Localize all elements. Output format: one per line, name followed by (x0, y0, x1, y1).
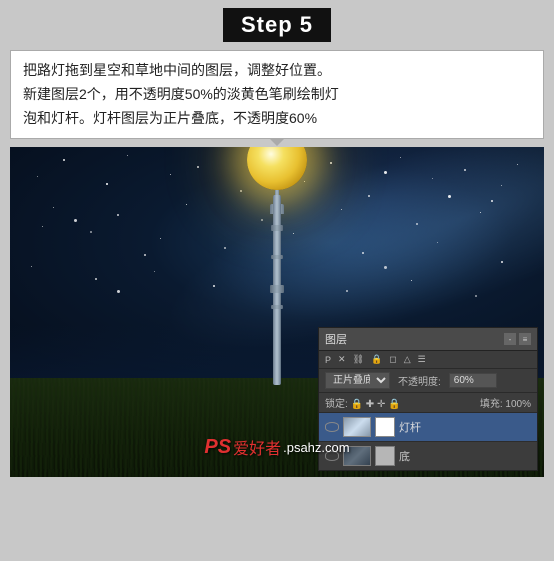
ps-panel-header: 图层 - ≡ (319, 328, 537, 351)
opacity-label: 不透明度: (398, 373, 441, 388)
layer-thumbnail (343, 417, 371, 437)
pixel-icon[interactable]: ☰ (416, 353, 428, 366)
layer-name-2: 底 (399, 448, 531, 464)
ps-icons-row: P ✕ ⛓ 🔒 ◻ △ ☰ (319, 351, 537, 369)
fill-label: 填充: 100% (480, 395, 531, 410)
layer-row-denggan[interactable]: 灯杆 (319, 412, 537, 441)
ps-blend-row: 正片叠底 不透明度: 60% (319, 369, 537, 393)
ps-panel-collapse-btn[interactable]: - (504, 333, 516, 345)
step-label: Step 5 (241, 12, 313, 37)
ps-lock-fill-row: 锁定: 🔒 ✚ ✛ 🔒 填充: 100% (319, 393, 537, 412)
watermark-domain: .psahz.com (283, 440, 349, 455)
step-header: Step 5 (223, 8, 331, 42)
main-image: 图层 - ≡ P ✕ ⛓ 🔒 ◻ △ ☰ 正片叠底 (10, 147, 544, 477)
ps-layers-panel[interactable]: 图层 - ≡ P ✕ ⛓ 🔒 ◻ △ ☰ 正片叠底 (318, 327, 538, 471)
vector-icon[interactable]: △ (402, 353, 413, 366)
layer-mask-thumbnail-2 (375, 446, 395, 466)
lock-label: 锁定: 🔒 ✚ ✛ 🔒 (325, 395, 401, 410)
ps-panel-controls: - ≡ (504, 333, 531, 345)
watermark-ps: PS (204, 436, 231, 459)
watermark-love: 爱好者 (233, 435, 281, 459)
layer-name: 灯杆 (399, 419, 531, 435)
layer-row-bottom[interactable]: 底 (319, 441, 537, 470)
ps-panel-menu-btn[interactable]: ≡ (519, 333, 531, 345)
page-wrapper: Step 5 把路灯拖到星空和草地中间的图层，调整好位置。新建图层2个，用不透明… (0, 0, 554, 561)
adjust-icon[interactable]: ◻ (387, 353, 398, 366)
blend-mode-select[interactable]: 正片叠底 (325, 372, 390, 389)
layer-eye-icon[interactable] (325, 422, 339, 432)
watermark: PS 爱好者 .psahz.com (204, 435, 349, 459)
filter-icon[interactable]: 🔒 (369, 353, 384, 366)
chain-icon[interactable]: ⛓ (351, 353, 366, 366)
description-text: 把路灯拖到星空和草地中间的图层，调整好位置。新建图层2个，用不透明度50%的淡黄… (23, 62, 339, 126)
normal-icon[interactable]: P (323, 354, 333, 366)
opacity-value: 60% (449, 373, 497, 388)
lock-icon[interactable]: ✕ (336, 353, 348, 366)
street-lamp (273, 200, 281, 385)
description-box: 把路灯拖到星空和草地中间的图层，调整好位置。新建图层2个，用不透明度50%的淡黄… (10, 50, 544, 139)
layer-mask-thumbnail (375, 417, 395, 437)
ps-panel-title: 图层 (325, 331, 347, 347)
